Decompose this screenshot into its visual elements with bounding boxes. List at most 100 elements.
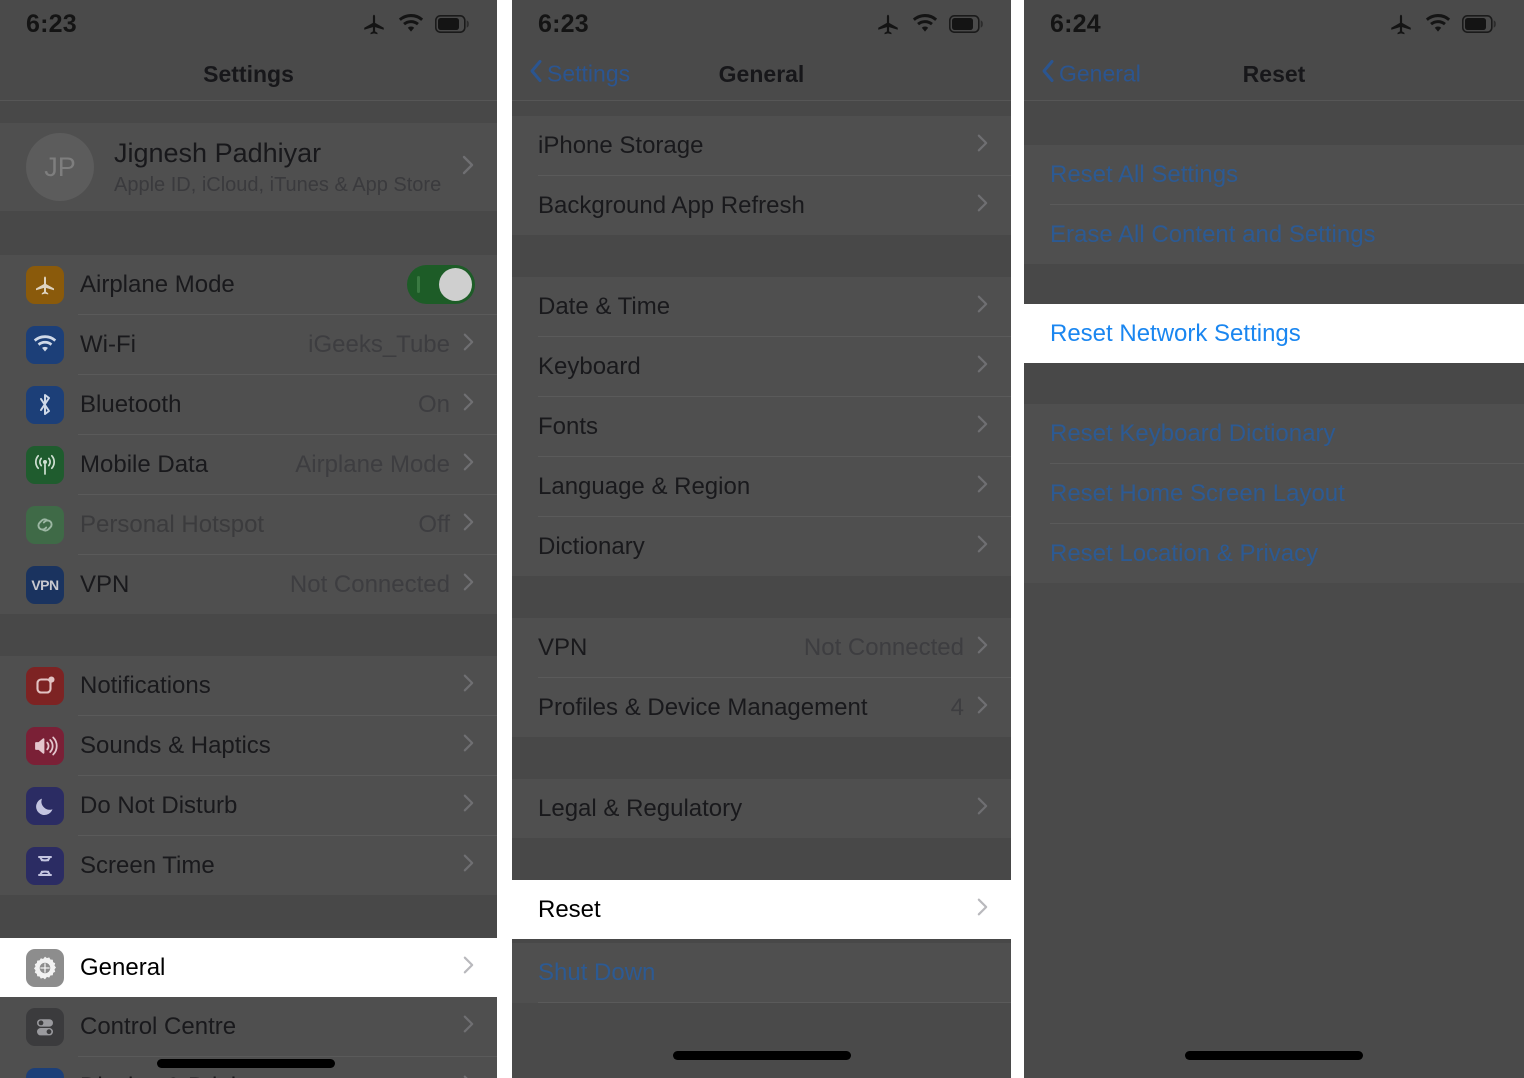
list-item-profiles-device-management[interactable]: Profiles & Device Management 4 <box>512 678 1011 737</box>
chevron-right-icon <box>462 451 475 478</box>
reset-group-c: Reset Keyboard Dictionary Reset Home Scr… <box>1024 404 1524 583</box>
group-gap <box>512 737 1011 779</box>
group-gap <box>0 614 497 656</box>
sidebar-item-label: Mobile Data <box>80 450 209 478</box>
list-item-reset-network-settings[interactable]: Reset Network Settings <box>1024 304 1524 363</box>
sidebar-item-label: Wi-Fi <box>80 330 136 358</box>
sidebar-item-value: Airplane Mode <box>295 450 450 478</box>
airplane-icon <box>875 11 901 37</box>
legal-group: Legal & Regulatory <box>512 779 1011 838</box>
group-gap <box>1024 101 1524 145</box>
chevron-right-icon <box>976 896 989 923</box>
battery-icon <box>1462 15 1498 33</box>
home-indicator <box>157 1059 335 1068</box>
sidebar-item-label: General <box>80 953 166 981</box>
battery-icon <box>435 15 471 33</box>
sidebar-item-value: On <box>417 390 450 418</box>
sidebar-item-notifications[interactable]: Notifications <box>0 656 497 715</box>
group-gap <box>512 576 1011 618</box>
sidebar-item-do-not-disturb[interactable]: Do Not Disturb <box>0 776 497 835</box>
group-gap <box>0 211 497 255</box>
sidebar-item-mobile-data[interactable]: Mobile Data Airplane Mode <box>0 435 497 494</box>
chevron-right-icon <box>976 132 989 159</box>
list-item-background-app-refresh[interactable]: Background App Refresh <box>512 176 1011 235</box>
account-name: Jignesh Padhiyar <box>114 137 322 168</box>
chevron-right-icon <box>462 954 475 981</box>
status-bar-time: 6:23 <box>26 9 77 38</box>
screen-time-icon <box>26 846 64 885</box>
chevron-right-icon <box>976 634 989 661</box>
list-item-label: Reset All Settings <box>1050 160 1239 188</box>
list-item-reset[interactable]: Reset <box>512 880 1011 939</box>
status-bar-icons <box>875 11 985 37</box>
list-item-label: Reset <box>538 895 601 923</box>
list-item-dictionary[interactable]: Dictionary <box>512 517 1011 576</box>
list-item-iphone-storage[interactable]: iPhone Storage <box>512 116 1011 175</box>
list-item-label: Reset Keyboard Dictionary <box>1050 419 1336 447</box>
page-title: Settings <box>203 60 294 87</box>
sidebar-item-sounds-haptics[interactable]: Sounds & Haptics <box>0 716 497 775</box>
reset-group: Reset <box>512 880 1011 939</box>
back-button[interactable]: General <box>1040 58 1141 91</box>
chevron-right-icon <box>462 571 475 598</box>
list-item-shut-down[interactable]: Shut Down <box>512 943 1011 1002</box>
airplane-mode-toggle[interactable] <box>407 265 475 304</box>
sidebar-item-label: Control Centre <box>80 1012 237 1040</box>
list-item-label: Reset Network Settings <box>1050 319 1301 347</box>
list-item-reset-home-screen-layout[interactable]: Reset Home Screen Layout <box>1024 464 1524 523</box>
storage-group: iPhone Storage Background App Refresh <box>512 116 1011 235</box>
list-item-label: Profiles & Device Management <box>538 693 868 721</box>
chevron-right-icon <box>462 511 475 538</box>
sidebar-item-bluetooth[interactable]: Bluetooth On <box>0 375 497 434</box>
network-group: VPN Not Connected Profiles & Device Mana… <box>512 618 1011 737</box>
phone-panel-reset: 6:24 General Reset Reset All Settings Er… <box>1024 0 1524 1078</box>
chevron-right-icon <box>461 153 475 182</box>
list-item-keyboard[interactable]: Keyboard <box>512 337 1011 396</box>
list-item-reset-location-privacy[interactable]: Reset Location & Privacy <box>1024 524 1524 583</box>
phone-panel-general: 6:23 Settings General iPhone Storage Bac… <box>512 0 1011 1078</box>
row-separator <box>538 1002 1011 1003</box>
status-bar-icons <box>361 11 471 37</box>
sidebar-item-label: Bluetooth <box>80 390 182 418</box>
list-item-vpn[interactable]: VPN Not Connected <box>512 618 1011 677</box>
list-item-label: Legal & Regulatory <box>538 794 743 822</box>
shutdown-group: Shut Down <box>512 943 1011 1003</box>
sidebar-item-screen-time[interactable]: Screen Time <box>0 836 497 895</box>
chevron-right-icon <box>462 852 475 879</box>
sidebar-item-airplane-mode[interactable]: Airplane Mode <box>0 255 497 314</box>
chevron-right-icon <box>462 331 475 358</box>
sidebar-item-value: Off <box>418 510 450 538</box>
list-item-language-region[interactable]: Language & Region <box>512 457 1011 516</box>
list-item-reset-all-settings[interactable]: Reset All Settings <box>1024 145 1524 204</box>
toggle-on-bar <box>417 276 420 293</box>
list-item-erase-all-content-and-settings[interactable]: Erase All Content and Settings <box>1024 205 1524 264</box>
back-button[interactable]: Settings <box>528 58 630 91</box>
sidebar-item-wifi[interactable]: Wi-Fi iGeeks_Tube <box>0 315 497 374</box>
notifications-icon <box>26 666 64 705</box>
airplane-icon <box>361 11 387 37</box>
list-item-date-time[interactable]: Date & Time <box>512 277 1011 336</box>
list-item-label: VPN <box>538 633 588 661</box>
chevron-left-icon <box>528 58 544 91</box>
list-item-legal-regulatory[interactable]: Legal & Regulatory <box>512 779 1011 838</box>
account-row[interactable]: JP Jignesh Padhiyar Apple ID, iCloud, iT… <box>0 123 497 211</box>
list-item-label: Date & Time <box>538 292 671 320</box>
list-item-label: Language & Region <box>538 472 751 500</box>
gear-icon <box>26 948 64 987</box>
status-bar-time: 6:24 <box>1050 9 1101 38</box>
list-item-label: iPhone Storage <box>538 131 704 159</box>
list-item-reset-keyboard-dictionary[interactable]: Reset Keyboard Dictionary <box>1024 404 1524 463</box>
sidebar-item-personal-hotspot[interactable]: Personal Hotspot Off <box>0 495 497 554</box>
sidebar-item-label: Do Not Disturb <box>80 791 238 819</box>
wifi-icon <box>1425 14 1451 34</box>
reset-group-a: Reset All Settings Erase All Content and… <box>1024 145 1524 264</box>
system-group: General Control Centre AA Display & Brig… <box>0 938 497 1078</box>
group-gap <box>0 101 497 123</box>
sidebar-item-control-centre[interactable]: Control Centre <box>0 997 497 1056</box>
sidebar-item-general[interactable]: General <box>0 938 497 997</box>
sidebar-item-vpn[interactable]: VPN VPN Not Connected <box>0 555 497 614</box>
battery-icon <box>949 15 985 33</box>
list-item-fonts[interactable]: Fonts <box>512 397 1011 456</box>
sidebar-item-value: Not Connected <box>289 570 450 598</box>
status-bar-icons <box>1388 11 1498 37</box>
